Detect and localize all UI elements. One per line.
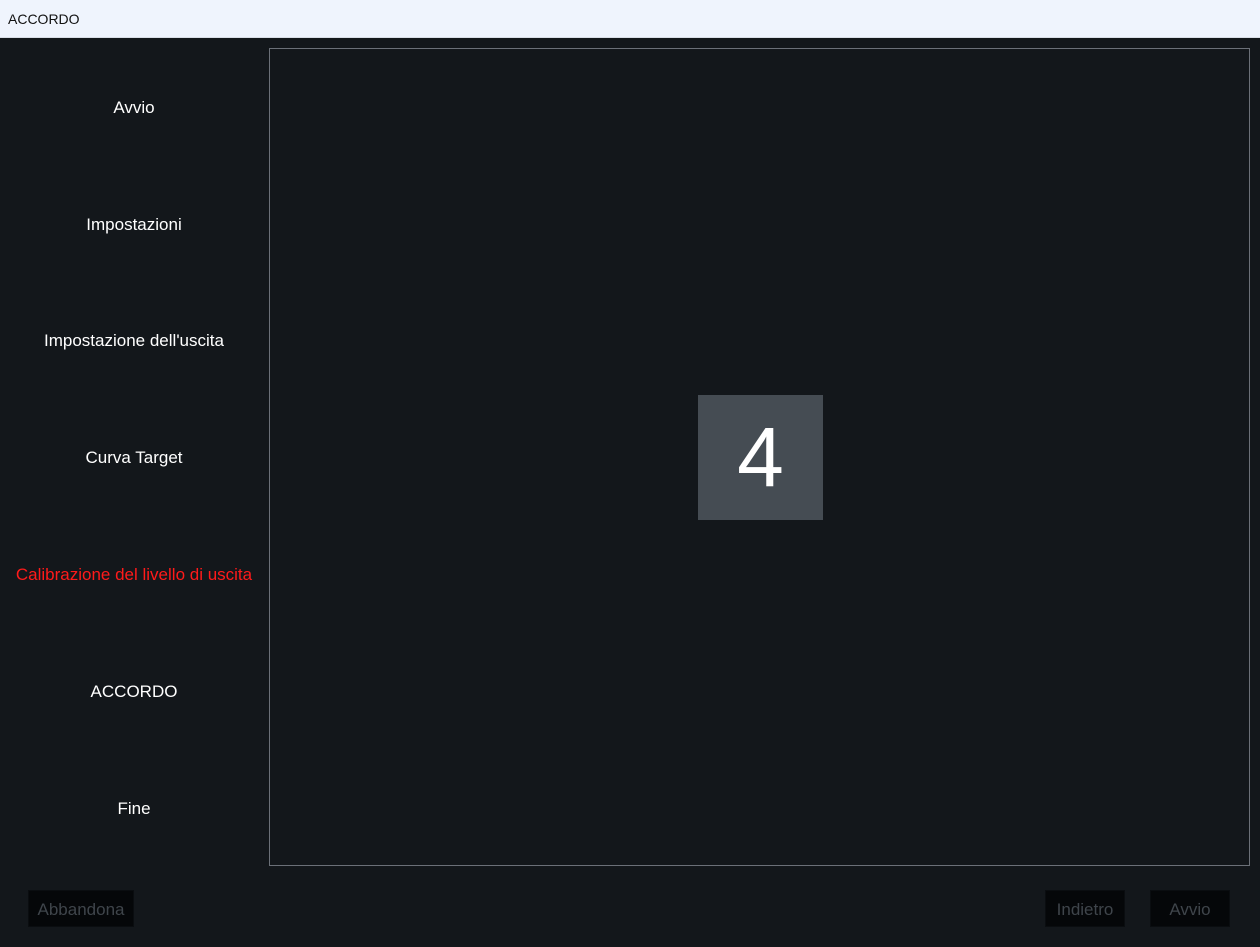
window-title: ACCORDO xyxy=(8,11,80,27)
start-button[interactable]: Avvio xyxy=(1150,890,1230,927)
countdown-display: 4 xyxy=(698,395,823,520)
wizard-steps-sidebar: Avvio Impostazioni Impostazione dell'usc… xyxy=(0,38,268,868)
main-content-panel: 4 xyxy=(269,48,1250,866)
title-bar: ACCORDO xyxy=(0,0,1260,38)
step-impostazione-uscita: Impostazione dell'uscita xyxy=(44,331,224,350)
step-accordo: ACCORDO xyxy=(90,682,178,701)
step-fine: Fine xyxy=(117,799,151,818)
step-curva-target: Curva Target xyxy=(85,448,183,467)
step-calibrazione-livello-uscita: Calibrazione del livello di uscita xyxy=(15,565,253,584)
step-avvio: Avvio xyxy=(113,98,155,117)
step-impostazioni: Impostazioni xyxy=(86,215,182,234)
back-button[interactable]: Indietro xyxy=(1045,890,1125,927)
abandon-button[interactable]: Abbandona xyxy=(28,890,134,927)
